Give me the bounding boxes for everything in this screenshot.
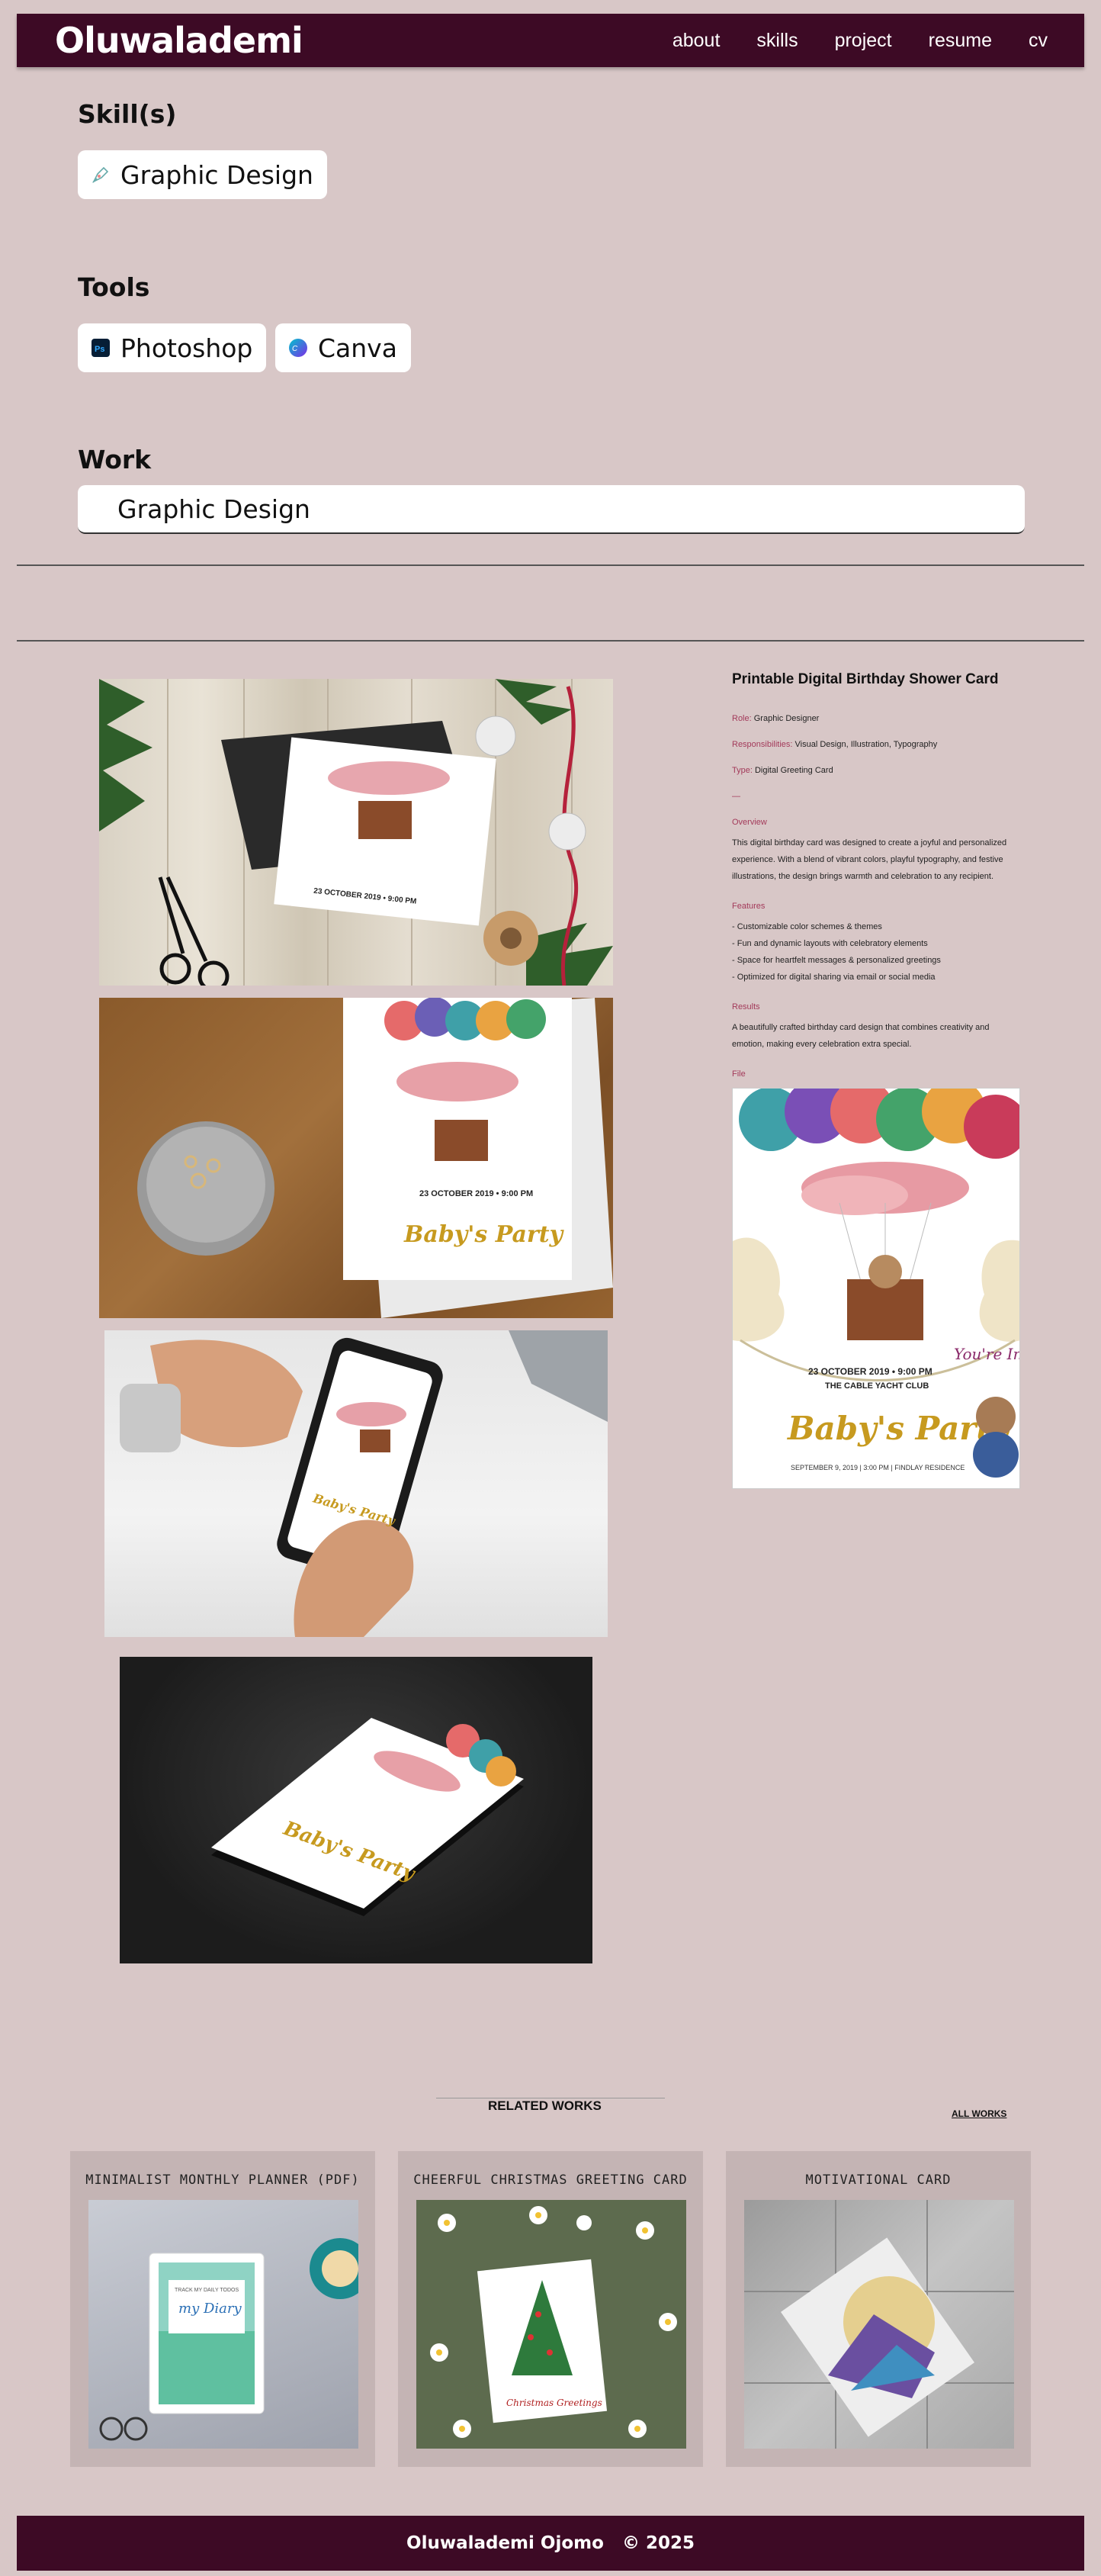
canva-icon: C	[287, 337, 309, 359]
footer-name: Oluwalademi Ojomo	[406, 2533, 604, 2553]
feature-item: - Fun and dynamic layouts with celebrato…	[732, 939, 928, 948]
related-card-image: TRACK MY DAILY TODOS my Diary	[88, 2200, 358, 2449]
card-invited: You're Invited!	[954, 1345, 1020, 1363]
tool-chip-canva[interactable]: C Canva	[275, 323, 411, 372]
tool-chip-label: Photoshop	[120, 333, 253, 363]
file-heading: File	[732, 1069, 746, 1079]
role-value: Graphic Designer	[753, 714, 820, 723]
related-card-image: Christmas Greetings	[416, 2200, 686, 2449]
related-card-image	[744, 2200, 1014, 2449]
main-nav: about skills project resume cv	[672, 30, 1048, 52]
responsibilities-label: Responsibilities:	[732, 740, 793, 749]
project-divider: —	[732, 792, 740, 801]
project-responsibilities: Responsibilities: Visual Design, Illustr…	[732, 740, 1022, 749]
type-label: Type:	[732, 766, 753, 775]
svg-text:C: C	[292, 345, 298, 353]
results-text: A beautifully crafted birthday card desi…	[732, 1023, 990, 1049]
divider	[17, 640, 1084, 642]
results-heading: Results	[732, 1002, 760, 1011]
card-venue: THE CABLE YACHT CLUB	[825, 1381, 929, 1391]
all-works-link[interactable]: ALL WORKS	[952, 2108, 1006, 2119]
project-title: Printable Digital Birthday Shower Card	[732, 671, 999, 687]
related-card-title: CHEERFUL CHRISTMAS GREETING CARD	[413, 2172, 688, 2188]
related-card-planner[interactable]: MINIMALIST MONTHLY PLANNER (PDF) TRACK M…	[70, 2151, 375, 2467]
project-type: Type: Digital Greeting Card	[732, 766, 1022, 775]
nav-resume[interactable]: resume	[929, 30, 992, 52]
card-footer-line: SEPTEMBER 9, 2019 | 3:00 PM | FINDLAY RE…	[791, 1464, 965, 1471]
features-heading: Features	[732, 902, 766, 911]
role-label: Role:	[732, 714, 752, 723]
related-card-christmas[interactable]: CHEERFUL CHRISTMAS GREETING CARD Christm…	[398, 2151, 703, 2467]
feature-item: - Customizable color schemes & themes	[732, 922, 882, 931]
related-card-motivational[interactable]: MOTIVATIONAL CARD	[726, 2151, 1031, 2467]
project-photo-dark-mockup: Baby's Party	[120, 1657, 592, 1963]
photoshop-icon: Ps	[90, 337, 111, 359]
planner-art-text: my Diary	[178, 2301, 242, 2317]
project-role: Role: Graphic Designer	[732, 714, 1022, 723]
related-works-title: RELATED WORKS	[488, 2098, 602, 2113]
tool-chip-photoshop[interactable]: Ps Photoshop	[78, 323, 267, 372]
site-logo[interactable]: Oluwalademi	[55, 20, 303, 61]
card-date: 23 OCTOBER 2019 • 9:00 PM	[808, 1366, 932, 1377]
nav-cv[interactable]: cv	[1029, 30, 1048, 52]
project-photo-phone-mockup: Baby's Party	[104, 1330, 608, 1637]
svg-text:Baby's Party: Baby's Party	[403, 1221, 565, 1248]
feature-item: - Optimized for digital sharing via emai…	[732, 973, 936, 982]
nav-project[interactable]: project	[835, 30, 892, 52]
tools-heading: Tools	[78, 272, 150, 302]
work-filter-bar[interactable]: Graphic Design	[78, 485, 1025, 534]
pen-tool-icon	[90, 164, 111, 185]
nav-about[interactable]: about	[672, 30, 721, 52]
project-details: Printable Digital Birthday Shower Card R…	[732, 671, 1022, 1086]
feature-item: - Space for heartfelt messages & persona…	[732, 956, 941, 965]
overview-text: This digital birthday card was designed …	[732, 838, 1007, 881]
skill-chip-graphic-design[interactable]: Graphic Design	[78, 150, 327, 199]
work-bar-label: Graphic Design	[117, 494, 310, 524]
type-value: Digital Greeting Card	[754, 766, 833, 775]
responsibilities-value: Visual Design, Illustration, Typography	[794, 740, 938, 749]
site-footer: Oluwalademi Ojomo © 2025	[17, 2516, 1084, 2571]
site-header: Oluwalademi about skills project resume …	[17, 14, 1084, 67]
tool-chip-label: Canva	[318, 333, 397, 363]
planner-sub: TRACK MY DAILY TODOS	[175, 2288, 239, 2293]
footer-copyright: © 2025	[621, 2533, 695, 2553]
svg-text:Ps: Ps	[95, 345, 104, 354]
project-photo-wood-mockup: 23 OCTOBER 2019 • 9:00 PM Baby's Party	[99, 998, 613, 1318]
nav-skills[interactable]: skills	[756, 30, 798, 52]
overview-heading: Overview	[732, 818, 767, 827]
work-heading: Work	[78, 445, 152, 474]
skills-heading: Skill(s)	[78, 99, 177, 129]
project-photo-table-mockup: 23 OCTOBER 2019 • 9:00 PM	[99, 679, 613, 986]
svg-text:23 OCTOBER 2019 • 9:00 PM: 23 OCTOBER 2019 • 9:00 PM	[419, 1189, 533, 1198]
christmas-art-text: Christmas Greetings	[506, 2398, 602, 2408]
divider	[17, 564, 1084, 566]
related-card-title: MOTIVATIONAL CARD	[805, 2172, 952, 2188]
related-card-title: MINIMALIST MONTHLY PLANNER (PDF)	[85, 2172, 360, 2188]
skill-chip-label: Graphic Design	[120, 159, 313, 190]
file-preview-card[interactable]: 23 OCTOBER 2019 • 9:00 PM THE CABLE YACH…	[732, 1088, 1020, 1489]
